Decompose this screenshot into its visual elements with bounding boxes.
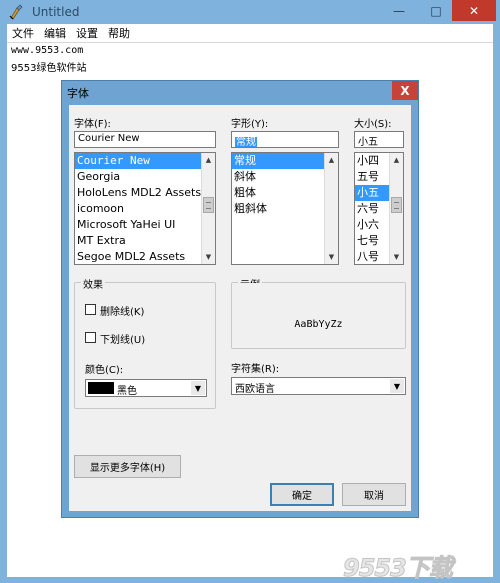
window-title: Untitled: [32, 5, 80, 19]
color-label: 颜色(C):: [85, 365, 124, 376]
list-item[interactable]: 粗体: [232, 185, 324, 201]
list-item[interactable]: Georgia: [75, 169, 201, 185]
scroll-up-icon[interactable]: ▲: [325, 153, 338, 167]
font-input[interactable]: Courier New: [74, 131, 216, 148]
list-item[interactable]: 斜体: [232, 169, 324, 185]
menu-edit[interactable]: 编辑: [39, 25, 71, 41]
size-list-scrollbar[interactable]: ▲ ▼: [389, 153, 403, 264]
dialog-title-bar[interactable]: 字体 X: [62, 81, 418, 103]
list-item[interactable]: 常规: [232, 153, 324, 169]
charset-value: 西欧语言: [235, 384, 275, 395]
size-input[interactable]: 小五: [354, 131, 404, 148]
dialog-body: 字体(F): Courier New Courier New Georgia H…: [69, 105, 411, 511]
effects-group: 效果 删除线(K) 下划线(U) 颜色(C): 黑色 ▼: [74, 276, 216, 409]
scroll-down-icon[interactable]: ▼: [390, 250, 403, 264]
ok-button[interactable]: 确定: [270, 483, 334, 506]
scroll-down-icon[interactable]: ▼: [325, 250, 338, 264]
underline-checkbox[interactable]: [85, 332, 96, 343]
scroll-thumb[interactable]: [391, 197, 402, 213]
list-item[interactable]: 七号: [355, 233, 389, 249]
scroll-up-icon[interactable]: ▲: [202, 153, 215, 167]
list-item[interactable]: HoloLens MDL2 Assets: [75, 185, 201, 201]
list-item[interactable]: 五号: [355, 169, 389, 185]
list-item[interactable]: Microsoft YaHei UI: [75, 217, 201, 233]
list-item[interactable]: 小五: [355, 185, 389, 201]
style-input-value: 常规: [235, 137, 257, 148]
close-button[interactable]: ✕: [452, 0, 496, 21]
menu-file[interactable]: 文件: [7, 25, 39, 41]
style-label: 字形(Y):: [231, 119, 269, 130]
style-list[interactable]: 常规 斜体 粗体 粗斜体 ▲ ▼: [231, 152, 339, 265]
sample-text: AaBbYyZz: [294, 319, 343, 330]
charset-label: 字符集(R):: [231, 364, 280, 375]
sample-preview: AaBbYyZz: [232, 283, 405, 348]
dialog-close-button[interactable]: X: [392, 81, 418, 100]
size-list[interactable]: 小四 五号 小五 六号 小六 七号 八号 ▲ ▼: [354, 152, 404, 265]
list-item[interactable]: 粗斜体: [232, 201, 324, 217]
size-label: 大小(S):: [354, 119, 392, 130]
list-item[interactable]: 八号: [355, 249, 389, 264]
effects-group-title: 效果: [81, 276, 105, 291]
color-value: 黑色: [117, 386, 137, 397]
strikeout-checkbox[interactable]: [85, 304, 96, 315]
font-label: 字体(F):: [74, 119, 111, 130]
list-item[interactable]: Segoe MDL2 Assets: [75, 249, 201, 264]
watermark-logo: 9553下载: [343, 554, 454, 583]
scroll-thumb[interactable]: [203, 197, 214, 213]
style-input[interactable]: 常规: [231, 131, 339, 148]
menu-bar: 文件 编辑 设置 帮助: [7, 24, 493, 42]
charset-select[interactable]: 西欧语言 ▼: [231, 377, 406, 395]
more-fonts-button[interactable]: 显示更多字体(H): [74, 455, 181, 478]
cancel-button[interactable]: 取消: [342, 483, 406, 506]
font-dialog: 字体 X 字体(F): Courier New Courier New Geor…: [61, 80, 419, 518]
chevron-down-icon[interactable]: ▼: [191, 381, 205, 395]
title-bar[interactable]: Untitled — □ ✕: [0, 0, 500, 24]
chevron-down-icon[interactable]: ▼: [390, 379, 404, 393]
scroll-up-icon[interactable]: ▲: [390, 153, 403, 167]
minimize-button[interactable]: —: [385, 0, 413, 21]
list-item[interactable]: MT Extra: [75, 233, 201, 249]
strikeout-label[interactable]: 删除线(K): [100, 303, 144, 318]
font-list[interactable]: Courier New Georgia HoloLens MDL2 Assets…: [74, 152, 216, 265]
menu-settings[interactable]: 设置: [71, 25, 103, 41]
underline-label[interactable]: 下划线(U): [100, 331, 145, 346]
scroll-down-icon[interactable]: ▼: [202, 250, 215, 264]
maximize-button[interactable]: □: [422, 0, 450, 21]
app-icon: [9, 4, 23, 20]
dialog-title: 字体: [67, 87, 89, 100]
font-list-scrollbar[interactable]: ▲ ▼: [201, 153, 215, 264]
sample-group: 示例 AaBbYyZz: [231, 276, 406, 349]
document-line: 9553绿色软件站: [11, 63, 87, 74]
style-list-scrollbar[interactable]: ▲ ▼: [324, 153, 338, 264]
menu-help[interactable]: 帮助: [103, 25, 135, 41]
list-item[interactable]: 小六: [355, 217, 389, 233]
list-item[interactable]: 小四: [355, 153, 389, 169]
list-item[interactable]: Courier New: [75, 153, 201, 169]
list-item[interactable]: 六号: [355, 201, 389, 217]
color-swatch: [88, 382, 114, 394]
main-window: Untitled — □ ✕ 文件 编辑 设置 帮助 www.9553.com …: [0, 0, 500, 583]
document-line: www.9553.com: [11, 45, 84, 56]
color-select[interactable]: 黑色 ▼: [85, 379, 207, 397]
list-item[interactable]: icomoon: [75, 201, 201, 217]
